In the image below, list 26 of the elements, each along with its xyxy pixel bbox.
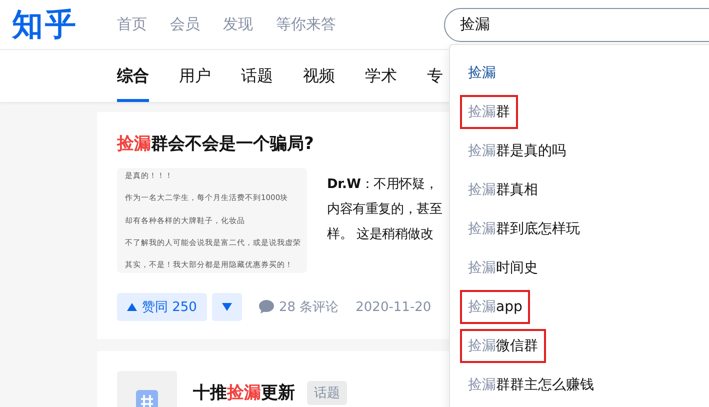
suggestion-item[interactable]: 捡漏微信群 (460, 328, 546, 362)
suggestion-item[interactable]: 捡漏群是真的吗 (460, 134, 574, 168)
suggestion-item[interactable]: 捡漏群真相 (460, 172, 546, 206)
tab[interactable]: 专 (427, 50, 443, 102)
search-field[interactable]: 捡漏 (444, 8, 709, 42)
suggestion-item[interactable]: 捡漏 (460, 56, 504, 90)
hashtag-icon (136, 390, 158, 407)
suggestion-item[interactable]: 捡漏app (460, 290, 530, 324)
upvote-button[interactable]: 赞同 250 (117, 293, 207, 321)
suggestion-item[interactable]: 捡漏群到底怎样玩 (460, 212, 588, 246)
comment-icon (258, 300, 274, 314)
tab[interactable]: 学术 (365, 50, 397, 102)
tab[interactable]: 用户 (179, 50, 211, 102)
topic-title[interactable]: 十推捡漏更新 (193, 381, 295, 405)
logo[interactable]: 知乎 (12, 4, 117, 46)
suggestion-item[interactable]: 捡漏时间史 (460, 250, 546, 284)
suggestion-item[interactable]: 捡漏群群主怎么赚钱 (460, 368, 602, 402)
tab[interactable]: 话题 (241, 50, 273, 102)
answer-date: 2020-11-20 (356, 300, 432, 314)
suggestion-item[interactable]: 捡漏群 (460, 94, 518, 128)
answer-excerpt: Dr.W：不用怀疑， 内容有重复的，甚至 样。 这是稍稍做改 (327, 176, 442, 244)
answer-title[interactable]: 捡漏群会不会是一个骗局? (117, 132, 314, 156)
topic-tag: 话题 (307, 381, 347, 405)
downvote-button[interactable] (212, 293, 242, 321)
tab[interactable]: 综合 (117, 50, 149, 102)
tab[interactable]: 视频 (303, 50, 335, 102)
